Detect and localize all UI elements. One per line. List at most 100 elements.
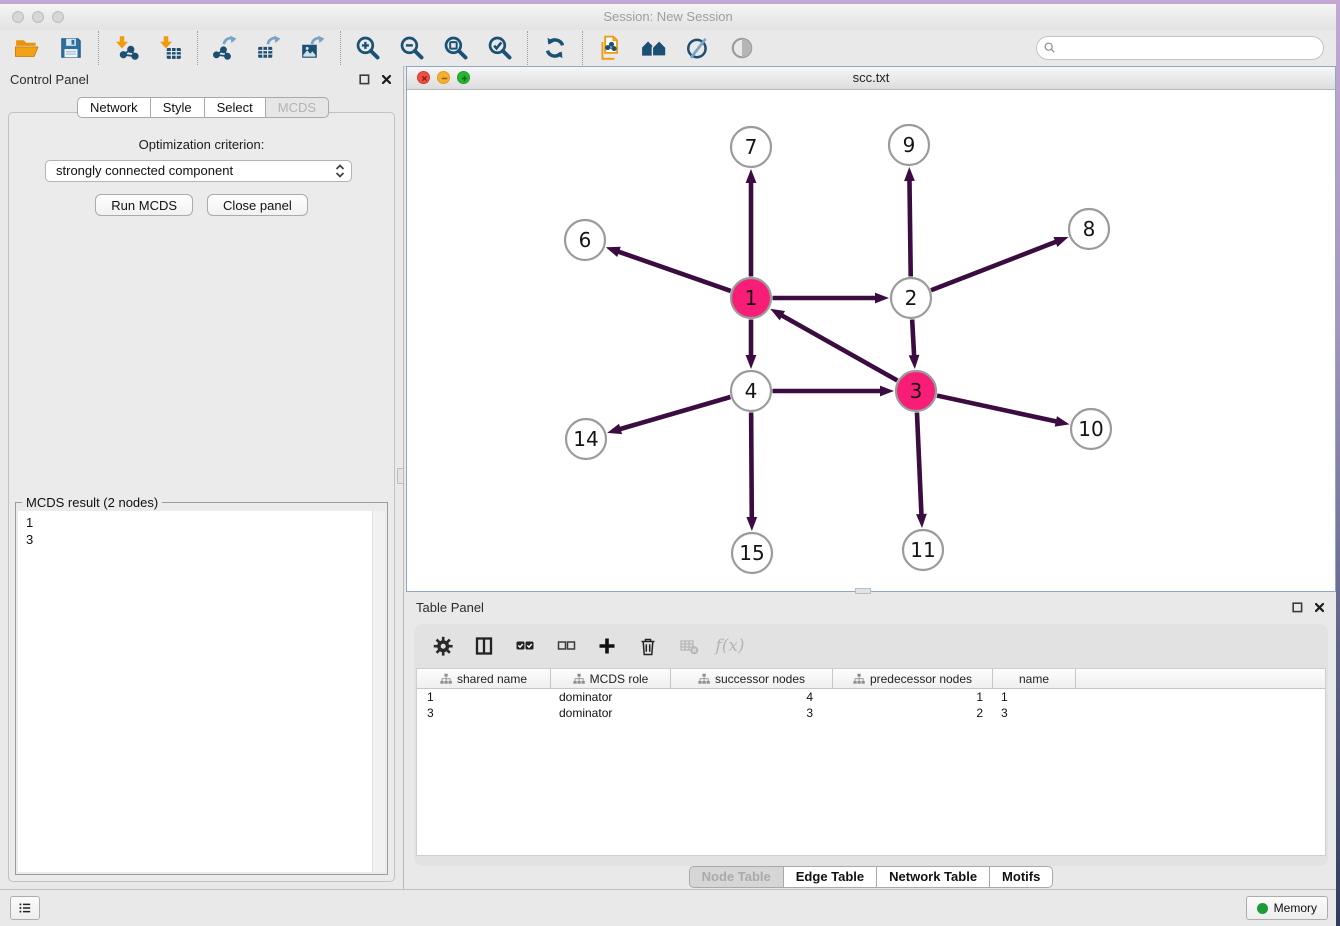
column-tree-icon (853, 673, 865, 685)
add-row-icon[interactable] (596, 635, 618, 657)
edge-4-15[interactable] (746, 412, 757, 531)
tab-network[interactable]: Network (77, 97, 151, 118)
node-label: 14 (573, 427, 598, 451)
node-15[interactable]: 15 (732, 533, 772, 573)
birdseye-icon[interactable] (728, 34, 756, 62)
gear-icon[interactable] (432, 635, 454, 657)
mcds-result-title: MCDS result (2 nodes) (22, 495, 162, 510)
edge-1-7[interactable] (746, 169, 757, 277)
vertical-splitter-handle[interactable] (397, 468, 404, 484)
run-mcds-button[interactable]: Run MCDS (95, 194, 193, 216)
table-cell: 4 (671, 690, 833, 704)
column-header-predecessor-nodes[interactable]: predecessor nodes (833, 669, 993, 688)
search-input[interactable] (1036, 36, 1324, 60)
edge-3-1[interactable] (770, 309, 897, 381)
node-6[interactable]: 6 (565, 220, 605, 260)
network-canvas[interactable]: 1 2 3 4 6 7 8 9 10 11 14 15 (407, 89, 1335, 591)
select-all-icon[interactable] (514, 635, 536, 657)
edge-4-14[interactable] (607, 397, 730, 434)
function-icon: f(x) (719, 635, 741, 657)
column-header-name[interactable]: name (993, 669, 1076, 688)
node-9[interactable]: 9 (889, 125, 929, 165)
home-icon[interactable] (640, 34, 668, 62)
close-table-panel-icon[interactable] (1314, 601, 1326, 613)
node-4[interactable]: 4 (731, 371, 771, 411)
node-label: 4 (745, 379, 758, 403)
node-2[interactable]: 2 (891, 278, 931, 318)
tab-node-table[interactable]: Node Table (689, 866, 784, 888)
search-box (1036, 36, 1324, 60)
export-table-icon[interactable] (255, 34, 283, 62)
import-table-icon[interactable] (156, 34, 184, 62)
edge-3-10[interactable] (937, 396, 1069, 427)
export-network-icon[interactable] (211, 34, 239, 62)
result-scrollbar[interactable] (372, 511, 385, 872)
node-8[interactable]: 8 (1069, 209, 1109, 249)
tab-select[interactable]: Select (205, 97, 266, 118)
node-label: 2 (905, 286, 918, 310)
table-panel-tabs: Node TableEdge TableNetwork TableMotifs (406, 866, 1336, 890)
column-header-MCDS-role[interactable]: MCDS role (551, 669, 671, 688)
task-history-button[interactable] (10, 896, 40, 920)
window-title: Session: New Session (0, 4, 1336, 30)
edge-1-6[interactable] (606, 247, 731, 291)
network-view-title: scc.txt (853, 70, 890, 85)
tab-mcds[interactable]: MCDS (266, 97, 329, 118)
column-header-shared-name[interactable]: shared name (417, 669, 551, 688)
close-panel-icon[interactable] (381, 73, 393, 85)
delete-row-icon[interactable] (637, 635, 659, 657)
graphics-details-icon[interactable] (684, 34, 712, 62)
import-network-icon[interactable] (112, 34, 140, 62)
tab-edge-table[interactable]: Edge Table (784, 866, 877, 888)
zoom-in-icon[interactable] (354, 34, 382, 62)
node-1[interactable]: 1 (731, 278, 771, 318)
memory-button[interactable]: Memory (1246, 896, 1328, 920)
table-cell: 1 (833, 690, 993, 704)
node-10[interactable]: 10 (1071, 409, 1111, 449)
edge-2-3[interactable] (909, 319, 920, 369)
tab-network-table[interactable]: Network Table (877, 866, 990, 888)
edge-4-3[interactable] (773, 386, 895, 397)
column-header-label: MCDS role (590, 672, 649, 686)
close-panel-button[interactable]: Close panel (207, 194, 308, 216)
save-icon[interactable] (57, 34, 85, 62)
columns-icon[interactable] (473, 635, 495, 657)
node-7[interactable]: 7 (731, 127, 771, 167)
zoom-selected-icon[interactable] (486, 34, 514, 62)
criterion-dropdown[interactable]: strongly connected component (45, 160, 352, 182)
edge-2-9[interactable] (904, 167, 915, 277)
tab-style[interactable]: Style (151, 97, 205, 118)
table-cell: 2 (833, 706, 993, 720)
edge-2-8[interactable] (931, 237, 1068, 290)
table-panel-body: f(x) shared name MCDS role successor nodes… (414, 624, 1328, 866)
open-folder-icon[interactable] (13, 34, 41, 62)
zoom-out-icon[interactable] (398, 34, 426, 62)
refresh-icon[interactable] (541, 34, 569, 62)
clone-network-icon[interactable] (596, 34, 624, 62)
maximize-view-button[interactable] (457, 71, 470, 84)
float-panel-icon[interactable] (359, 73, 371, 85)
node-11[interactable]: 11 (903, 530, 943, 570)
tab-motifs[interactable]: Motifs (990, 866, 1053, 888)
float-table-panel-icon[interactable] (1292, 601, 1304, 613)
mcds-tab-content: Optimization criterion: strongly connect… (8, 112, 395, 882)
table-row[interactable]: 1dominator411 (417, 689, 1325, 705)
search-icon (1043, 41, 1057, 55)
export-image-icon[interactable] (299, 34, 327, 62)
column-header-successor-nodes[interactable]: successor nodes (671, 669, 833, 688)
node-14[interactable]: 14 (566, 419, 606, 459)
mcds-result-area[interactable]: 13 (18, 511, 385, 872)
edge-1-4[interactable] (746, 320, 757, 370)
zoom-fit-icon[interactable] (442, 34, 470, 62)
node-label: 10 (1078, 417, 1103, 441)
edge-3-11[interactable] (916, 412, 927, 528)
column-tree-icon (440, 673, 452, 685)
node-3[interactable]: 3 (896, 371, 936, 411)
edge-1-2[interactable] (773, 293, 890, 304)
close-view-button[interactable] (417, 71, 430, 84)
node-label: 3 (910, 379, 923, 403)
table-row[interactable]: 3dominator323 (417, 705, 1325, 721)
deselect-all-icon[interactable] (555, 635, 577, 657)
table-cell: 3 (993, 706, 1076, 720)
minimize-view-button[interactable] (437, 71, 450, 84)
